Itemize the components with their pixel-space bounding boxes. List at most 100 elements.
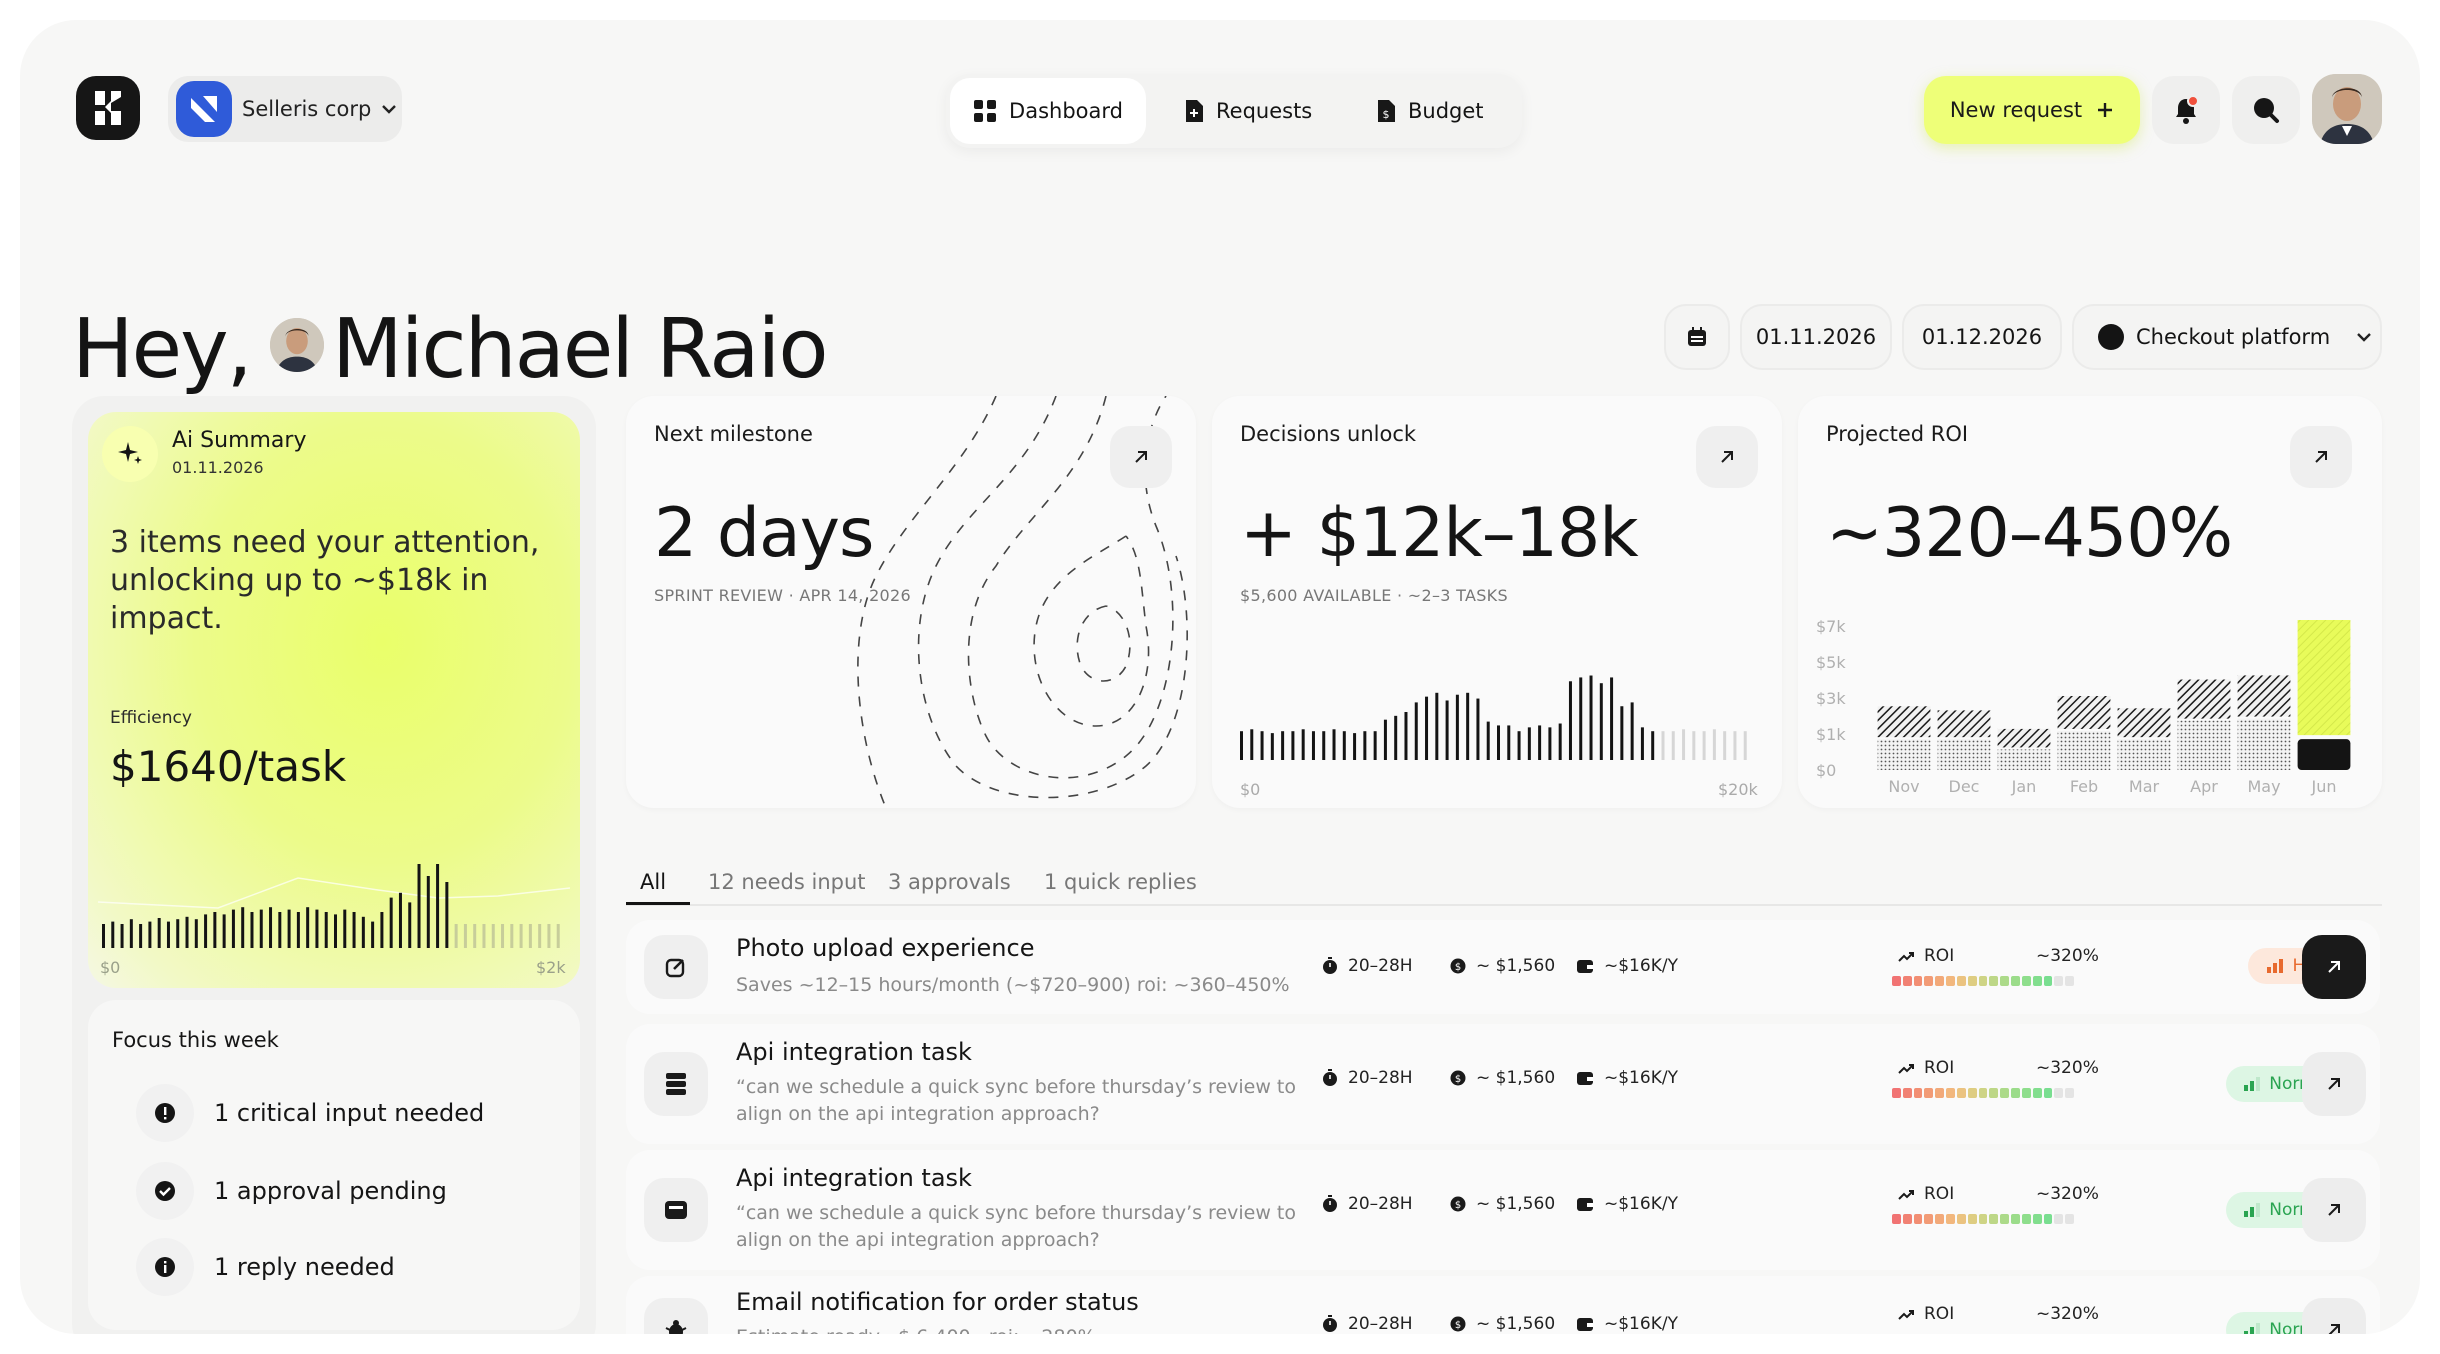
app-logo[interactable] xyxy=(76,76,140,140)
roi-segment xyxy=(2021,1214,2031,1224)
decisions-bar xyxy=(1517,731,1521,760)
x-tick-label: Jun xyxy=(2311,777,2337,796)
row-open-button[interactable] xyxy=(2302,1178,2366,1242)
row-title: Api integration task xyxy=(736,1164,972,1192)
decisions-bar xyxy=(1661,731,1665,760)
decisions-bar xyxy=(1301,729,1305,760)
main-nav: Dashboard Requests $ Budget xyxy=(946,74,1522,148)
nav-label: Requests xyxy=(1216,99,1313,123)
arrow-up-right-icon xyxy=(2328,961,2340,973)
tab-quick-replies[interactable]: 1 quick replies xyxy=(1044,870,1197,894)
efficiency-bar xyxy=(389,897,393,948)
roi-segment xyxy=(2043,1214,2053,1224)
tab-all[interactable]: All xyxy=(640,870,666,894)
efficiency-label: Efficiency xyxy=(110,708,192,728)
date-from-field[interactable]: 01.11.2026 xyxy=(1740,304,1892,370)
table-row[interactable]: Api integration task “can we schedule a … xyxy=(626,1150,2380,1270)
roi-bar-top xyxy=(2117,708,2171,738)
nav-tab-requests[interactable]: Requests xyxy=(1184,78,1334,144)
trend-up-icon xyxy=(1898,952,1914,962)
company-switcher[interactable]: Selleris corp xyxy=(168,76,402,142)
arrow-up-right-icon xyxy=(1721,451,1733,463)
check-badge-icon xyxy=(136,1162,194,1220)
table-row[interactable]: Photo upload experience Saves ~12–15 hou… xyxy=(626,920,2380,1014)
decisions-open-button[interactable] xyxy=(1696,426,1758,488)
roi-segment xyxy=(1924,1214,1934,1224)
company-name: Selleris corp xyxy=(242,97,372,121)
row-open-button[interactable] xyxy=(2302,935,2366,999)
tab-approvals[interactable]: 3 approvals xyxy=(888,870,1011,894)
roi-segment xyxy=(1913,1214,1923,1224)
roi-segment xyxy=(1892,1088,1901,1098)
row-open-button[interactable] xyxy=(2302,1052,2366,1116)
efficiency-bar xyxy=(343,909,347,948)
edit-icon xyxy=(644,935,708,999)
row-open-button[interactable] xyxy=(2302,1298,2366,1334)
x-tick-label: Feb xyxy=(2070,777,2098,796)
row-cost: $ ~ $1,560 xyxy=(1450,1314,1555,1334)
table-row[interactable]: Api integration task “can we schedule a … xyxy=(626,1024,2380,1144)
greeting-name: Michael Raio xyxy=(332,302,829,397)
decisions-bar xyxy=(1548,727,1552,760)
row-yearly: ~$16K/Y xyxy=(1576,1314,1678,1334)
decisions-bar xyxy=(1270,733,1274,760)
decisions-bar xyxy=(1497,725,1500,760)
calendar-button[interactable] xyxy=(1664,304,1730,370)
row-yearly: ~$16K/Y xyxy=(1576,1194,1678,1214)
table-row[interactable]: Email notification for order status Esti… xyxy=(626,1276,2380,1334)
decisions-sparkbars xyxy=(1240,675,1747,760)
focus-item-reply[interactable]: 1 reply needed xyxy=(136,1238,395,1296)
roi-segment xyxy=(1892,976,1901,986)
notifications-button[interactable] xyxy=(2152,76,2220,144)
row-time: 20–28H xyxy=(1322,1068,1413,1088)
svg-text:$: $ xyxy=(1455,1200,1461,1211)
decisions-bar xyxy=(1527,727,1531,760)
roi-segment xyxy=(2000,1214,2010,1224)
nav-tab-dashboard[interactable]: Dashboard xyxy=(950,78,1146,144)
decisions-bar xyxy=(1610,677,1614,760)
focus-item-approval[interactable]: 1 approval pending xyxy=(136,1162,447,1220)
decisions-bar xyxy=(1599,683,1603,760)
row-roi-value: ~320% xyxy=(2036,1304,2099,1324)
arrow-up-right-icon xyxy=(2328,1324,2340,1334)
focus-item-critical[interactable]: 1 critical input needed xyxy=(136,1084,484,1142)
decisions-bar xyxy=(1342,731,1346,760)
efficiency-bar xyxy=(315,909,319,948)
search-button[interactable] xyxy=(2232,76,2300,144)
roi-open-button[interactable] xyxy=(2290,426,2352,488)
wallet-icon xyxy=(1577,1072,1593,1085)
decisions-caption: $5,600 AVAILABLE · ~2–3 TASKS xyxy=(1240,586,1508,605)
date-to-field[interactable]: 01.12.2026 xyxy=(1902,304,2062,370)
ai-summary-message: 3 items need your attention, unlocking u… xyxy=(110,525,540,636)
x-tick-label: Nov xyxy=(1888,777,1919,796)
efficiency-bar xyxy=(436,864,440,948)
efficiency-value: $1640/task xyxy=(110,742,347,791)
alert-icon xyxy=(136,1084,194,1142)
y-tick-label: $1k xyxy=(1816,725,1846,744)
efficiency-bar xyxy=(473,924,477,948)
tab-needs-input[interactable]: 12 needs input xyxy=(708,870,866,894)
platform-select[interactable]: Checkout platform xyxy=(2072,304,2382,370)
decisions-bar xyxy=(1363,731,1367,760)
roi-segment xyxy=(1892,1214,1901,1224)
coin-icon: $ xyxy=(1450,1070,1466,1086)
row-time: 20–28H xyxy=(1322,1194,1413,1214)
sparkle-icon xyxy=(102,426,158,482)
wallet-icon xyxy=(1577,1198,1593,1211)
row-cost: $ ~ $1,560 xyxy=(1450,1194,1555,1214)
decisions-bar xyxy=(1702,731,1706,760)
decisions-bar xyxy=(1733,731,1737,760)
user-avatar[interactable] xyxy=(2312,74,2382,144)
row-title: Email notification for order status xyxy=(736,1288,1139,1316)
decisions-bar xyxy=(1455,694,1459,760)
milestone-title: Next milestone xyxy=(654,422,813,446)
efficiency-bar xyxy=(371,921,375,948)
document-plus-icon xyxy=(1186,100,1203,122)
milestone-open-button[interactable] xyxy=(1110,426,1172,488)
nav-tab-budget[interactable]: $ Budget xyxy=(1376,78,1506,144)
trend-up-icon xyxy=(1898,1310,1914,1320)
efficiency-bar xyxy=(482,924,486,948)
new-request-button[interactable]: New request xyxy=(1924,76,2140,144)
bell-icon xyxy=(2176,96,2199,124)
svg-text:$: $ xyxy=(1455,1074,1461,1085)
